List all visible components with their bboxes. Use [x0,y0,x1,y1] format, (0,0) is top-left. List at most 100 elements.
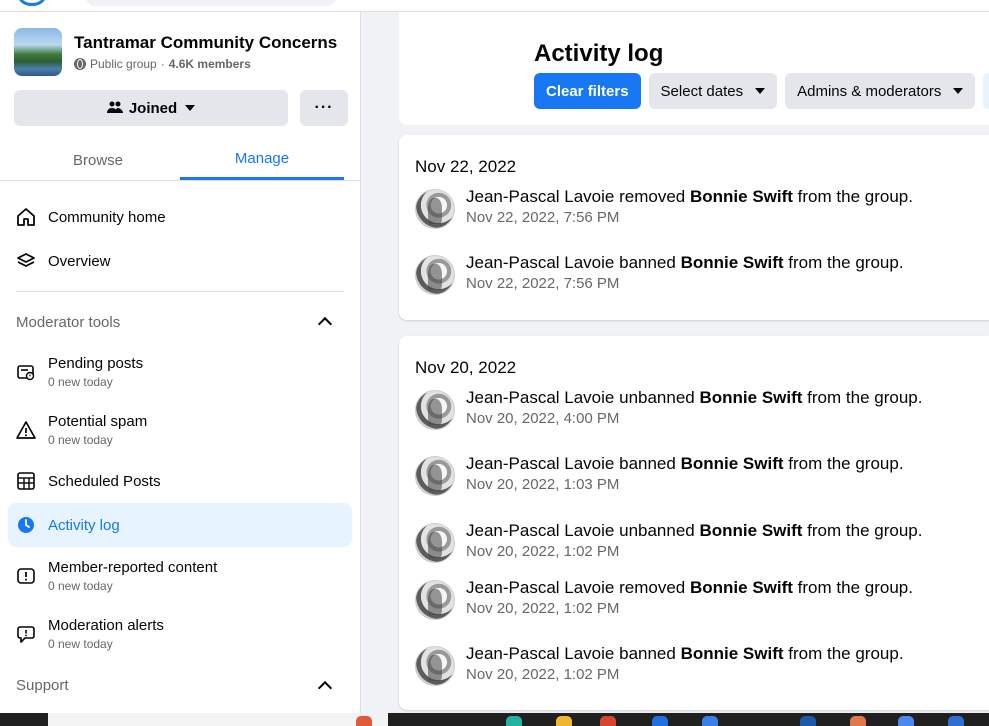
log-entry-text: Jean-Pascal Lavoie banned Bonnie Swift f… [466,253,904,273]
os-taskbar [0,713,989,726]
clear-filters-button[interactable]: Clear filters [534,73,641,109]
log-entry: Jean-Pascal Lavoie removed Bonnie Swift … [415,187,913,229]
sidebar-item-count: 0 new today [48,375,113,389]
log-entry-time[interactable]: Nov 20, 2022, 1:02 PM [466,541,922,563]
chevron-up-icon[interactable] [317,316,333,332]
taskbar-app-icon[interactable] [800,716,816,726]
log-entry-time[interactable]: Nov 20, 2022, 1:02 PM [466,664,904,686]
avatar[interactable] [415,255,455,295]
action-verb: removed [619,578,686,597]
sidebar-item-label: Community home [48,208,166,226]
avatar[interactable] [415,580,455,620]
tab-manage[interactable]: Manage [180,140,344,180]
log-day-card: Nov 20, 2022 Jean-Pascal Lavoie unbanned… [399,336,989,710]
log-entry-text: Jean-Pascal Lavoie banned Bonnie Swift f… [466,454,904,474]
more-options-button[interactable]: ··· [300,90,348,126]
sidebar-item-community-home[interactable]: Community home [8,195,352,239]
support-heading[interactable]: Support [16,677,69,694]
caret-down-icon [953,88,964,94]
select-dates-dropdown[interactable]: Select dates [648,73,778,109]
avatar[interactable] [415,646,455,686]
actor-name[interactable]: Jean-Pascal Lavoie [466,187,614,206]
avatar[interactable] [415,523,455,563]
log-entry-time[interactable]: Nov 22, 2022, 7:56 PM [466,273,904,295]
tabs-divider [0,180,360,181]
filter-bar: Clear filters Select dates Admins & mode… [534,73,989,109]
target-name[interactable]: Bonnie Swift [681,454,784,473]
sidebar-item-potential-spam[interactable]: Potential spam 0 new today [8,404,352,456]
sidebar-item-label: Moderation alerts [48,617,164,634]
action-tail: from the group. [788,253,904,272]
log-entry-text: Jean-Pascal Lavoie unbanned Bonnie Swift… [466,388,922,408]
tab-browse[interactable]: Browse [16,140,180,180]
action-verb: banned [619,253,676,272]
sidebar-item-label: Potential spam [48,413,148,430]
taskbar-app-icon[interactable] [356,716,372,726]
more-filters-button[interactable] [983,73,989,109]
actor-name[interactable]: Jean-Pascal Lavoie [466,578,614,597]
action-verb: unbanned [619,521,695,540]
search-input[interactable] [86,0,336,6]
action-tail: from the group. [797,578,913,597]
select-dates-label: Select dates [660,82,744,100]
sidebar-item-count: 0 new today [48,433,113,447]
group-cover-thumbnail[interactable] [14,28,62,76]
action-verb: banned [619,454,676,473]
actor-name[interactable]: Jean-Pascal Lavoie [466,388,614,407]
actor-name[interactable]: Jean-Pascal Lavoie [466,454,614,473]
actor-name[interactable]: Jean-Pascal Lavoie [466,521,614,540]
actor-name[interactable]: Jean-Pascal Lavoie [466,253,614,272]
speech-bubble-alert-icon [16,624,36,644]
warning-icon [16,420,36,440]
log-entry-time[interactable]: Nov 20, 2022, 1:03 PM [466,474,904,496]
calendar-icon[interactable] [702,716,718,726]
target-name[interactable]: Bonnie Swift [690,578,793,597]
log-entry-time[interactable]: Nov 20, 2022, 1:02 PM [466,598,913,620]
avatar[interactable] [415,456,455,496]
log-entry-text: Jean-Pascal Lavoie unbanned Bonnie Swift… [466,521,922,541]
browser-icon[interactable] [600,716,616,726]
caret-down-icon [185,105,196,111]
action-tail: from the group. [788,644,904,663]
log-entry-text: Jean-Pascal Lavoie removed Bonnie Swift … [466,187,913,207]
actor-name[interactable]: Jean-Pascal Lavoie [466,644,614,663]
sidebar-item-member-reported-content[interactable]: Member-reported content 0 new today [8,550,352,602]
sidebar-item-overview[interactable]: Overview [8,239,352,283]
group-member-count[interactable]: 4.6K members [169,57,251,71]
target-name[interactable]: Bonnie Swift [690,187,793,206]
sidebar-item-pending-posts[interactable]: Pending posts 0 new today [8,346,352,398]
sidebar-item-scheduled-posts[interactable]: Scheduled Posts [8,459,352,503]
sidebar-divider [16,291,344,292]
avatar[interactable] [415,390,455,430]
meta-separator: · [160,57,165,71]
group-name[interactable]: Tantramar Community Concerns [74,33,337,53]
facebook-logo-icon[interactable] [18,0,46,6]
sidebar-item-moderation-alerts[interactable]: Moderation alerts 0 new today [8,608,352,660]
action-tail: from the group. [807,521,923,540]
layers-icon [16,251,36,271]
moderator-tools-heading[interactable]: Moderator tools [16,314,120,331]
joined-button[interactable]: Joined [14,90,288,126]
log-entry: Jean-Pascal Lavoie unbanned Bonnie Swift… [415,521,922,563]
sidebar-item-label: Member-reported content [48,559,218,576]
action-tail: from the group. [788,454,904,473]
target-name[interactable]: Bonnie Swift [681,644,784,663]
log-entry-time[interactable]: Nov 22, 2022, 7:56 PM [466,207,913,229]
chevron-up-icon[interactable] [317,680,333,696]
taskbar-app-icon[interactable] [948,716,964,726]
target-name[interactable]: Bonnie Swift [699,388,802,407]
target-name[interactable]: Bonnie Swift [699,521,802,540]
taskbar-app-icon[interactable] [850,716,866,726]
log-entry-time[interactable]: Nov 20, 2022, 4:00 PM [466,408,922,430]
avatar[interactable] [415,189,455,229]
sidebar-item-activity-log[interactable]: Activity log [8,503,352,547]
taskbar-app-icon[interactable] [652,716,668,726]
folder-icon[interactable] [556,716,572,726]
taskbar-search-box[interactable] [48,713,388,726]
target-name[interactable]: Bonnie Swift [681,253,784,272]
admins-moderators-dropdown[interactable]: Admins & moderators [785,73,976,109]
group-meta: Public group · 4.6K members [74,57,337,71]
taskbar-app-icon[interactable] [898,716,914,726]
taskbar-app-icon[interactable] [506,716,522,726]
report-icon [16,566,36,586]
